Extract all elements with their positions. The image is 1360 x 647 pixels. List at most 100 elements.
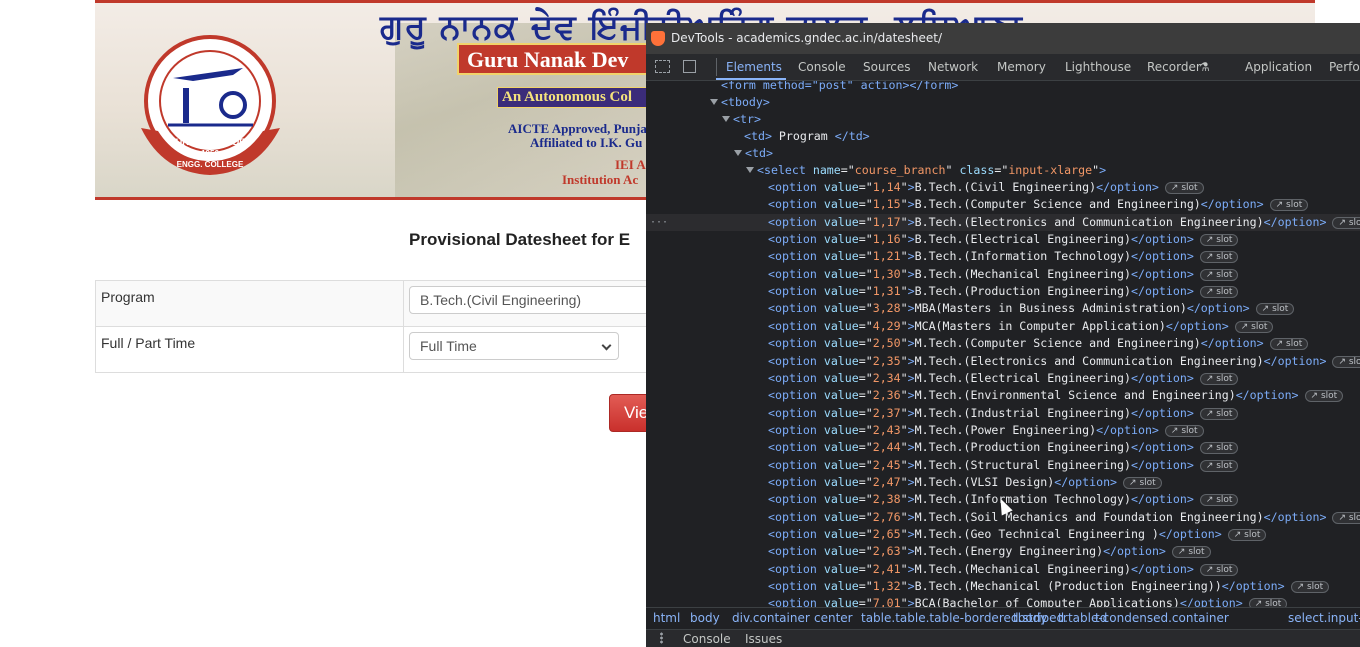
slot-badge[interactable]: ↗ slot [1164, 424, 1204, 437]
selected-node-ellipsis-icon[interactable]: ··· [650, 214, 668, 231]
slot-badge[interactable]: ↗ slot [1255, 303, 1295, 316]
breadcrumb-item[interactable]: div.container [732, 611, 810, 625]
tab-recorder[interactable]: Recorder [1147, 60, 1201, 74]
slot-badge[interactable]: ↗ slot [1199, 268, 1239, 281]
slot-badge-label: slot [1216, 269, 1233, 280]
tree-line-option[interactable]: <option value="1,14">B.Tech.(Civil Engin… [646, 179, 1360, 196]
slot-badge[interactable]: ↗ slot [1199, 286, 1239, 299]
tree-line-td-program[interactable]: <td> Program </td> [646, 128, 1360, 145]
slot-badge[interactable]: ↗ slot [1164, 182, 1204, 194]
banner-college-name: Guru Nanak Dev [467, 47, 629, 72]
option-value: 1,17 [872, 214, 901, 229]
tree-line-option[interactable]: <option value="3,28">MBA(Masters in Busi… [646, 300, 1360, 317]
tree-line-option[interactable]: <option value="7,01">BCA(Bachelor of Com… [646, 595, 1360, 607]
program-select[interactable]: B.Tech.(Civil Engineering) [409, 286, 649, 314]
breadcrumb-item[interactable]: body [690, 611, 720, 625]
time-select[interactable]: Full Time [409, 332, 619, 360]
slot-badge[interactable]: ↗ slot [1227, 529, 1267, 541]
tree-line-option[interactable]: <option value="2,36">M.Tech.(Environment… [646, 387, 1360, 404]
slot-badge[interactable]: ↗ slot [1332, 511, 1360, 524]
tab-elements[interactable]: Elements [726, 60, 782, 74]
college-logo: GURU NANAK DEV 1956 ENGG. COLLEGE [141, 35, 280, 175]
breadcrumb-item[interactable]: html [653, 611, 680, 625]
chevron-down-icon [601, 340, 612, 351]
tree-line-option[interactable]: <option value="2,34">M.Tech.(Electrical … [646, 370, 1360, 387]
slot-badge[interactable]: ↗ slot [1199, 234, 1239, 247]
slot-badge-label: slot [1216, 408, 1233, 419]
tree-line-select[interactable]: <select name="course_branch" class="inpu… [646, 162, 1360, 179]
device-toolbar-icon[interactable] [683, 60, 696, 73]
tab-memory[interactable]: Memory [997, 60, 1046, 74]
inspect-element-icon[interactable] [655, 60, 670, 73]
tree-line-option[interactable]: <option value="1,31">B.Tech.(Production … [646, 283, 1360, 300]
tree-line-option[interactable]: <option value="2,65">M.Tech.(Geo Technic… [646, 526, 1360, 543]
slot-badge[interactable]: ↗ slot [1199, 372, 1239, 385]
tree-line-option[interactable]: <option value="1,30">B.Tech.(Mechanical … [646, 266, 1360, 283]
more-options-icon[interactable] [660, 632, 663, 644]
tree-line-option[interactable]: <option value="2,35">M.Tech.(Electronics… [646, 353, 1360, 370]
option-text: M.Tech.(Environmental Science and Engine… [914, 388, 1236, 403]
tree-line-option[interactable]: <option value="1,32">B.Tech.(Mechanical … [646, 578, 1360, 595]
slot-badge[interactable]: ↗ slot [1199, 442, 1239, 455]
drawer-tab-issues[interactable]: Issues [745, 632, 782, 646]
tree-line-option[interactable]: <option value="2,50">M.Tech.(Computer Sc… [646, 335, 1360, 352]
expand-triangle-icon[interactable] [722, 116, 730, 122]
slot-badge[interactable]: ↗ slot [1332, 216, 1360, 229]
option-value: 2,45 [872, 457, 901, 472]
option-text: MBA(Masters in Business Administration) [914, 301, 1187, 316]
tree-line-option[interactable]: <option value="1,21">B.Tech.(Information… [646, 248, 1360, 265]
tree-line-option[interactable]: <option value="2,63">M.Tech.(Energy Engi… [646, 543, 1360, 560]
program-select-value: B.Tech.(Civil Engineering) [420, 292, 582, 308]
option-text: B.Tech.(Mechanical Engineering) [914, 266, 1131, 281]
elements-dom-tree[interactable]: <form method="post" action></form> <tbod… [646, 81, 1360, 607]
slot-badge[interactable]: ↗ slot [1171, 546, 1211, 559]
tree-line-option[interactable]: <option value="2,41">M.Tech.(Mechanical … [646, 561, 1360, 578]
breadcrumb-item[interactable]: tr [1058, 611, 1068, 625]
option-text: M.Tech.(Geo Technical Engineering ) [914, 527, 1159, 541]
expand-triangle-icon[interactable] [734, 150, 742, 156]
tree-line-option[interactable]: <option value="2,37">M.Tech.(Industrial … [646, 405, 1360, 422]
slot-badge[interactable]: ↗ slot [1332, 355, 1360, 368]
tab-sources[interactable]: Sources [863, 60, 910, 74]
slot-badge[interactable]: ↗ slot [1248, 598, 1288, 607]
tree-line-option[interactable]: <option value="2,47">M.Tech.(VLSI Design… [646, 474, 1360, 491]
breadcrumb-item[interactable]: center [814, 611, 853, 625]
tree-line-option[interactable]: <option value="2,44">M.Tech.(Production … [646, 439, 1360, 456]
breadcrumb-item[interactable]: tbody [1013, 611, 1047, 625]
tree-line-option[interactable]: <option value="2,45">M.Tech.(Structural … [646, 457, 1360, 474]
slot-badge[interactable]: ↗ slot [1290, 581, 1330, 594]
slot-badge[interactable]: ↗ slot [1304, 390, 1344, 403]
active-tab-indicator [716, 78, 786, 80]
slot-badge[interactable]: ↗ slot [1269, 199, 1309, 212]
tab-lighthouse[interactable]: Lighthouse [1065, 60, 1131, 74]
tree-line-td[interactable]: <td> [646, 145, 1360, 162]
expand-triangle-icon[interactable] [746, 167, 754, 173]
expand-triangle-icon[interactable] [710, 99, 718, 105]
slot-badge[interactable]: ↗ slot [1199, 251, 1239, 264]
tab-application[interactable]: Application [1245, 60, 1312, 74]
option-text: B.Tech.(Production Engineering) [914, 284, 1131, 299]
tab-console[interactable]: Console [798, 60, 846, 74]
tree-line-option[interactable]: <option value="1,15">B.Tech.(Computer Sc… [646, 196, 1360, 213]
tree-line-option[interactable]: <option value="1,16">B.Tech.(Electrical … [646, 231, 1360, 248]
slot-badge[interactable]: ↗ slot [1199, 459, 1239, 472]
slot-badge[interactable]: ↗ slot [1199, 494, 1239, 507]
banner-affiliated: Affiliated to I.K. Gu [530, 135, 643, 150]
breadcrumb-item[interactable]: td [1095, 611, 1107, 625]
drawer-tab-console[interactable]: Console [683, 632, 731, 646]
slot-badge[interactable]: ↗ slot [1199, 563, 1239, 576]
breadcrumb-item[interactable]: select.input-x [1288, 611, 1360, 625]
tree-line-form[interactable]: <form method="post" action></form> [646, 81, 1360, 94]
slot-badge[interactable]: ↗ slot [1199, 407, 1239, 420]
banner-autonomous-text: An Autonomous Col [502, 89, 633, 105]
slot-badge[interactable]: ↗ slot [1234, 320, 1274, 333]
tree-line-option[interactable]: <option value="4,29">MCA(Masters in Comp… [646, 318, 1360, 335]
tree-line-option[interactable]: <option value="2,43">M.Tech.(Power Engin… [646, 422, 1360, 439]
slot-badge[interactable]: ↗ slot [1269, 338, 1309, 351]
tab-network[interactable]: Network [928, 60, 978, 74]
tree-line-tr[interactable]: <tr> [646, 111, 1360, 128]
slot-badge[interactable]: ↗ slot [1123, 476, 1162, 489]
tree-line-option[interactable]: <option value="1,17">B.Tech.(Electronics… [646, 213, 1360, 231]
tree-line-tbody[interactable]: <tbody> [646, 94, 1360, 111]
tab-performance[interactable]: Perfor [1329, 60, 1360, 74]
